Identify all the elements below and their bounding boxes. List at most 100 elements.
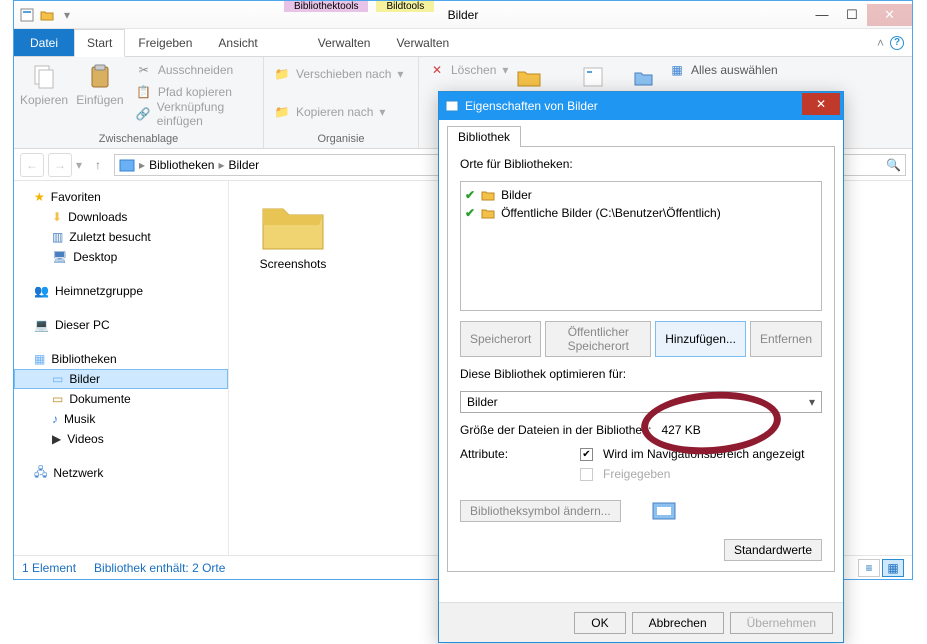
maximize-button[interactable]: ☐ (837, 4, 867, 26)
copy-button[interactable]: Kopieren (20, 59, 68, 107)
properties-icon[interactable] (18, 6, 36, 24)
locations-list[interactable]: ✔ Bilder ✔ Öffentliche Bilder (C:\Benutz… (460, 181, 822, 311)
folder-item[interactable]: Screenshots (243, 195, 343, 271)
title-bar: ▾ Bibliothektools Bildtools Bilder — ☐ ✕ (14, 1, 912, 29)
navigation-pane[interactable]: ★Favoriten ⬇Downloads ▥Zuletzt besucht 🖥… (14, 181, 229, 555)
nav-libraries[interactable]: ▦Bibliotheken (14, 349, 228, 369)
breadcrumb-item[interactable]: Bibliotheken (149, 158, 214, 172)
attr-navpane-checkbox[interactable]: ✔Wird im Navigationsbereich angezeigt (580, 447, 804, 461)
nav-videos[interactable]: ▶Videos (14, 429, 228, 449)
optimize-combo[interactable]: Bilder ▾ (460, 391, 822, 413)
folder-new-icon (515, 63, 543, 91)
dialog-title-bar: Eigenschaften von Bilder ✕ (439, 92, 843, 120)
cut-button[interactable]: ✂Ausschneiden (132, 59, 257, 81)
recent-icon: ▥ (52, 230, 63, 244)
location-row[interactable]: ✔ Öffentliche Bilder (C:\Benutzer\Öffent… (465, 204, 817, 222)
chevron-down-icon: ▾ (809, 395, 815, 409)
remove-location-button[interactable]: Entfernen (750, 321, 822, 357)
check-default-icon: ✔ (465, 188, 475, 202)
forward-button[interactable]: → (48, 153, 72, 177)
nav-music[interactable]: ♪Musik (14, 409, 228, 429)
tab-start[interactable]: Start (74, 29, 125, 57)
nav-thispc[interactable]: 💻Dieser PC (14, 315, 228, 335)
properties-ribbon-icon (579, 63, 607, 91)
context-group-label-1: Bibliothektools (284, 1, 368, 12)
dialog-close-button[interactable]: ✕ (802, 93, 840, 115)
computer-icon: 💻 (34, 318, 49, 332)
add-location-button[interactable]: Hinzufügen... (655, 321, 746, 357)
attr-shared-checkbox[interactable]: Freigegeben (580, 467, 804, 481)
nav-network[interactable]: 🖧Netzwerk (14, 463, 228, 483)
nav-pictures[interactable]: ▭Bilder (14, 369, 228, 389)
nav-downloads[interactable]: ⬇Downloads (14, 207, 228, 227)
dialog-icon (445, 99, 459, 113)
selectall-icon: ▦ (669, 62, 685, 78)
move-to-button[interactable]: 📁Verschieben nach▾ (270, 63, 407, 85)
nav-recent[interactable]: ▥Zuletzt besucht (14, 227, 228, 247)
new-folder-icon[interactable] (38, 6, 56, 24)
tab-manage-image[interactable]: Verwalten (383, 29, 462, 56)
check-public-icon: ✔ (465, 206, 475, 220)
library-default-icon (651, 499, 681, 523)
videos-icon: ▶ (52, 432, 61, 446)
folder-label: Screenshots (260, 257, 327, 271)
new-folder-ribbon-button[interactable] (505, 59, 553, 91)
minimize-button[interactable]: — (807, 4, 837, 26)
music-icon: ♪ (52, 412, 58, 426)
paste-icon (86, 63, 114, 91)
change-icon-button[interactable]: Bibliotheksymbol ändern... (460, 500, 621, 522)
dialog-title: Eigenschaften von Bilder (465, 99, 598, 113)
paste-button[interactable]: Einfügen (76, 59, 124, 107)
open-icon (629, 63, 657, 91)
tab-view[interactable]: Ansicht (205, 29, 270, 56)
nav-homegroup[interactable]: 👥Heimnetzgruppe (14, 281, 228, 301)
file-tab[interactable]: Datei (14, 29, 74, 56)
select-all-button[interactable]: ▦Alles auswählen (665, 59, 782, 81)
desktop-icon: 🖥 (52, 250, 67, 264)
ok-button[interactable]: OK (574, 612, 625, 634)
nav-documents[interactable]: ▭Dokumente (14, 389, 228, 409)
cancel-button[interactable]: Abbrechen (632, 612, 724, 634)
network-icon: 🖧 (34, 463, 47, 484)
star-icon: ★ (34, 190, 45, 204)
qat-dropdown-icon[interactable]: ▾ (58, 6, 76, 24)
moveto-icon: 📁 (274, 66, 290, 82)
view-icons-button[interactable]: ▦ (882, 559, 904, 577)
help-icon[interactable]: ? (890, 36, 904, 50)
back-button[interactable]: ← (20, 153, 44, 177)
properties-dialog: Eigenschaften von Bilder ✕ Bibliothek Or… (438, 91, 844, 643)
tab-manage-library[interactable]: Verwalten (305, 29, 384, 56)
folder-icon (481, 189, 495, 201)
cut-icon: ✂ (136, 62, 152, 78)
search-icon: 🔍 (886, 158, 901, 172)
nav-desktop[interactable]: 🖥Desktop (14, 247, 228, 267)
ribbon-collapse-icon[interactable]: ˄ (877, 36, 884, 50)
favorites-root[interactable]: ★Favoriten (14, 187, 228, 207)
homegroup-icon: 👥 (34, 284, 49, 298)
folder-icon (481, 207, 495, 219)
link-icon: 🔗 (136, 106, 151, 122)
breadcrumb-item[interactable]: Bilder (228, 158, 259, 172)
optimize-label: Diese Bibliothek optimieren für: (460, 367, 822, 381)
close-button[interactable]: ✕ (867, 4, 912, 26)
status-library-info: Bibliothek enthält: 2 Orte (94, 561, 225, 575)
dialog-tab-library[interactable]: Bibliothek (447, 126, 521, 147)
dialog-panel: Orte für Bibliotheken: ✔ Bilder ✔ Öffent… (447, 146, 835, 572)
context-group-label-2: Bildtools (376, 1, 434, 12)
view-details-button[interactable]: ≡ (858, 559, 880, 577)
tab-share[interactable]: Freigeben (125, 29, 205, 56)
restore-defaults-button[interactable]: Standardwerte (724, 539, 822, 561)
pictures-icon: ▭ (52, 372, 63, 386)
dialog-footer: OK Abbrechen Übernehmen (439, 602, 843, 642)
documents-icon: ▭ (52, 392, 63, 406)
set-public-location-button[interactable]: Öffentlicher Speicherort (545, 321, 651, 357)
up-button[interactable]: ↑ (86, 153, 110, 177)
location-row[interactable]: ✔ Bilder (465, 186, 817, 204)
set-save-location-button[interactable]: Speicherort (460, 321, 541, 357)
apply-button[interactable]: Übernehmen (730, 612, 833, 634)
path-icon: 📋 (136, 84, 152, 100)
copy-to-button[interactable]: 📁Kopieren nach▾ (270, 101, 389, 123)
paste-shortcut-button[interactable]: 🔗Verknüpfung einfügen (132, 103, 257, 125)
copy-icon (30, 63, 58, 91)
history-dropdown-icon[interactable]: ▾ (76, 158, 82, 172)
